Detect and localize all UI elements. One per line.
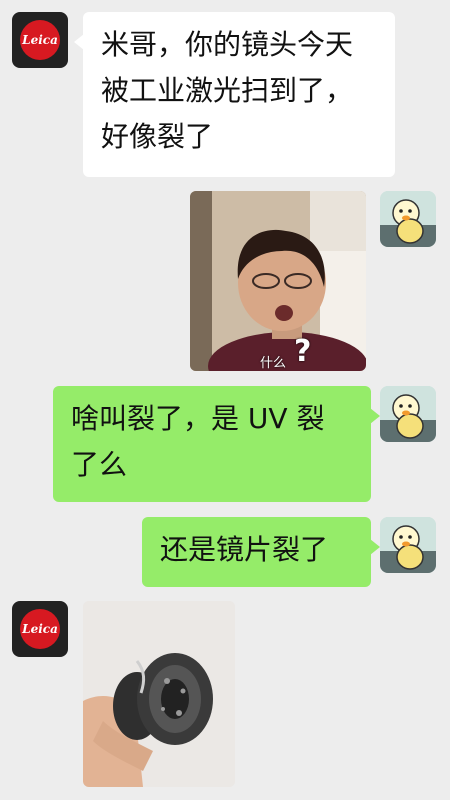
my-avatar-duck[interactable] xyxy=(380,517,436,573)
my-avatar-duck[interactable] xyxy=(380,191,436,247)
message-line: 被工业激光扫到了， xyxy=(101,74,354,107)
meme-question-mark: ? xyxy=(294,334,312,369)
message-bubble-received[interactable]: 米哥，你的镜头今天 被工业激光扫到了， 好像裂了 xyxy=(74,12,395,177)
message-bubble-sent[interactable]: 还是镜片裂了 xyxy=(142,517,380,587)
meme-caption: 什么 xyxy=(260,356,287,371)
meme-image xyxy=(190,191,366,371)
chat-thread: Leica 米哥，你的镜头今天 被工业激光扫到了， 好像裂了 什么 ? 啥叫裂了… xyxy=(0,0,450,800)
image-message-meme[interactable]: 什么 ? xyxy=(190,191,366,371)
leica-avatar[interactable]: Leica xyxy=(12,601,68,657)
message-line: 还是镜片裂了 xyxy=(160,533,329,566)
broken-lens-image xyxy=(83,601,235,787)
my-avatar-duck[interactable] xyxy=(380,386,436,442)
leica-logo: Leica xyxy=(20,20,60,60)
message-line: 好像裂了 xyxy=(101,120,214,153)
leica-logo: Leica xyxy=(20,609,60,649)
duck-icon xyxy=(380,517,436,573)
leica-avatar[interactable]: Leica xyxy=(12,12,68,68)
message-line: 啥叫裂了，是 UV 裂 xyxy=(71,402,325,435)
duck-icon xyxy=(380,191,436,247)
message-line: 米哥，你的镜头今天 xyxy=(101,28,354,61)
duck-icon xyxy=(380,386,436,442)
message-line: 了么 xyxy=(71,448,128,481)
image-message-broken-lens[interactable] xyxy=(83,601,235,787)
message-bubble-sent[interactable]: 啥叫裂了，是 UV 裂 了么 xyxy=(53,386,380,502)
